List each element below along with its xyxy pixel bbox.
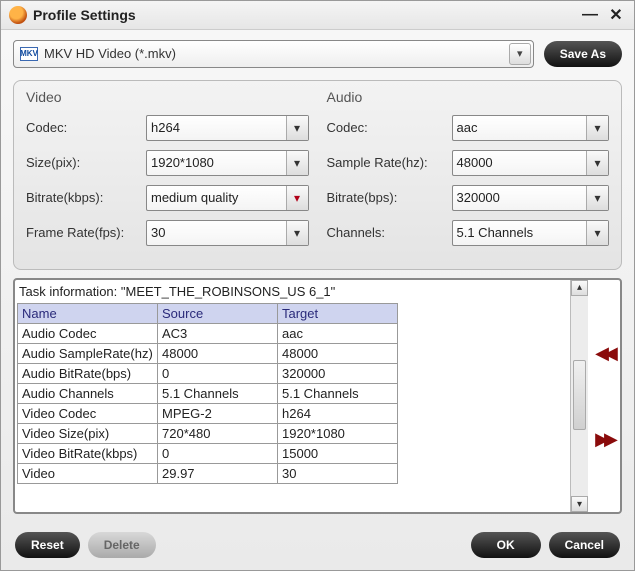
table-cell: 0 — [158, 443, 278, 463]
audio-sr-label: Sample Rate(hz): — [327, 155, 452, 170]
task-table-container: Task information: "MEET_THE_ROBINSONS_US… — [15, 280, 570, 512]
table-row: Video Size(pix)720*4801920*1080 — [18, 423, 398, 443]
audio-column: Audio Codec: aac ▾ Sample Rate(hz): 4800… — [327, 89, 610, 255]
video-heading: Video — [26, 89, 309, 105]
table-row: Video29.9730 — [18, 463, 398, 483]
window-title: Profile Settings — [33, 7, 574, 23]
audio-channels-label: Channels: — [327, 225, 452, 240]
audio-channels-value: 5.1 Channels — [457, 225, 534, 240]
table-cell: aac — [278, 323, 398, 343]
table-cell: h264 — [278, 403, 398, 423]
chevron-down-icon[interactable]: ▾ — [286, 151, 308, 175]
cancel-button[interactable]: Cancel — [549, 532, 620, 558]
task-info-panel: Task information: "MEET_THE_ROBINSONS_US… — [13, 278, 622, 514]
task-table: Name Source Target Audio CodecAC3aacAudi… — [17, 303, 398, 484]
table-cell: AC3 — [158, 323, 278, 343]
audio-heading: Audio — [327, 89, 610, 105]
table-cell: 30 — [278, 463, 398, 483]
audio-bitrate-select[interactable]: 320000 ▾ — [452, 185, 610, 211]
col-name: Name — [18, 303, 158, 323]
record-nav: ◀◀ ▶▶ — [588, 280, 620, 512]
audio-codec-label: Codec: — [327, 120, 452, 135]
table-row: Audio SampleRate(hz)4800048000 — [18, 343, 398, 363]
video-codec-value: h264 — [151, 120, 180, 135]
scroll-up-icon[interactable]: ▴ — [571, 280, 588, 296]
table-cell: 0 — [158, 363, 278, 383]
prev-record-button[interactable]: ◀◀ — [595, 344, 613, 362]
titlebar: Profile Settings — ✕ — [1, 1, 634, 30]
profile-select-value: MKV HD Video (*.mkv) — [44, 46, 176, 61]
video-bitrate-value: medium quality — [151, 190, 238, 205]
chevron-down-icon[interactable]: ▾ — [509, 43, 531, 65]
table-cell: Audio Channels — [18, 383, 158, 403]
video-fps-label: Frame Rate(fps): — [26, 225, 146, 240]
chevron-down-icon[interactable]: ▾ — [586, 221, 608, 245]
table-cell: Audio SampleRate(hz) — [18, 343, 158, 363]
chevron-down-icon[interactable]: ▾ — [586, 151, 608, 175]
app-icon — [9, 6, 27, 24]
audio-bitrate-value: 320000 — [457, 190, 500, 205]
table-row: Video BitRate(kbps)015000 — [18, 443, 398, 463]
table-row: Audio CodecAC3aac — [18, 323, 398, 343]
table-cell: 320000 — [278, 363, 398, 383]
table-cell: 1920*1080 — [278, 423, 398, 443]
video-bitrate-select[interactable]: medium quality ▾ — [146, 185, 309, 211]
video-codec-label: Codec: — [26, 120, 146, 135]
table-cell: Video — [18, 463, 158, 483]
table-cell: Video Size(pix) — [18, 423, 158, 443]
toolbar: MKV MKV HD Video (*.mkv) ▾ Save As — [1, 30, 634, 74]
audio-sr-select[interactable]: 48000 ▾ — [452, 150, 610, 176]
chevron-down-icon[interactable]: ▾ — [286, 186, 308, 210]
mkv-icon: MKV — [20, 47, 38, 61]
footer: Reset Delete OK Cancel — [1, 522, 634, 570]
next-record-button[interactable]: ▶▶ — [595, 430, 613, 448]
save-as-button[interactable]: Save As — [544, 41, 622, 67]
audio-sr-value: 48000 — [457, 155, 493, 170]
video-fps-select[interactable]: 30 ▾ — [146, 220, 309, 246]
table-cell: 15000 — [278, 443, 398, 463]
table-cell: 48000 — [278, 343, 398, 363]
table-cell: Audio BitRate(bps) — [18, 363, 158, 383]
table-cell: 5.1 Channels — [158, 383, 278, 403]
reset-button[interactable]: Reset — [15, 532, 80, 558]
table-cell: 720*480 — [158, 423, 278, 443]
video-bitrate-label: Bitrate(kbps): — [26, 190, 146, 205]
table-cell: 48000 — [158, 343, 278, 363]
scroll-down-icon[interactable]: ▾ — [571, 496, 588, 512]
video-codec-select[interactable]: h264 ▾ — [146, 115, 309, 141]
close-button[interactable]: ✕ — [606, 5, 626, 25]
audio-codec-select[interactable]: aac ▾ — [452, 115, 610, 141]
chevron-down-icon[interactable]: ▾ — [586, 186, 608, 210]
video-size-select[interactable]: 1920*1080 ▾ — [146, 150, 309, 176]
table-cell: MPEG-2 — [158, 403, 278, 423]
table-row: Video CodecMPEG-2h264 — [18, 403, 398, 423]
vertical-scrollbar[interactable]: ▴ ▾ — [570, 280, 588, 512]
audio-channels-select[interactable]: 5.1 Channels ▾ — [452, 220, 610, 246]
video-size-value: 1920*1080 — [151, 155, 214, 170]
audio-codec-value: aac — [457, 120, 478, 135]
video-fps-value: 30 — [151, 225, 165, 240]
delete-button[interactable]: Delete — [88, 532, 156, 558]
table-cell: Audio Codec — [18, 323, 158, 343]
col-target: Target — [278, 303, 398, 323]
ok-button[interactable]: OK — [471, 532, 541, 558]
settings-panel: Video Codec: h264 ▾ Size(pix): 1920*1080… — [13, 80, 622, 270]
col-source: Source — [158, 303, 278, 323]
table-row: Audio Channels5.1 Channels5.1 Channels — [18, 383, 398, 403]
minimize-button[interactable]: — — [580, 5, 600, 25]
chevron-down-icon[interactable]: ▾ — [586, 116, 608, 140]
table-row: Audio BitRate(bps)0320000 — [18, 363, 398, 383]
table-cell: 5.1 Channels — [278, 383, 398, 403]
chevron-down-icon[interactable]: ▾ — [286, 116, 308, 140]
scroll-thumb[interactable] — [573, 360, 586, 430]
table-cell: 29.97 — [158, 463, 278, 483]
table-cell: Video BitRate(kbps) — [18, 443, 158, 463]
chevron-down-icon[interactable]: ▾ — [286, 221, 308, 245]
audio-bitrate-label: Bitrate(bps): — [327, 190, 452, 205]
video-column: Video Codec: h264 ▾ Size(pix): 1920*1080… — [26, 89, 309, 255]
task-info-label: Task information: "MEET_THE_ROBINSONS_US… — [17, 282, 568, 303]
video-size-label: Size(pix): — [26, 155, 146, 170]
profile-select[interactable]: MKV MKV HD Video (*.mkv) ▾ — [13, 40, 534, 68]
table-cell: Video Codec — [18, 403, 158, 423]
